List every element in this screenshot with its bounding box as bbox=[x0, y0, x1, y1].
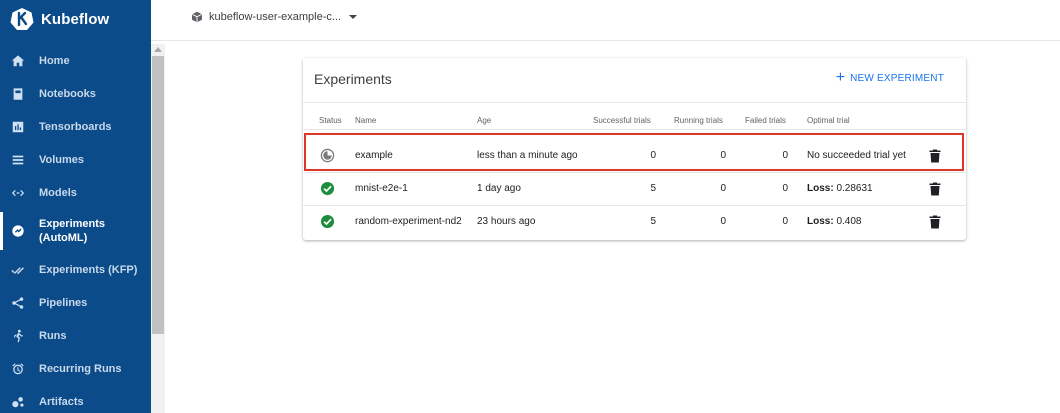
sidebar-item-label: Experiments (KFP) bbox=[39, 263, 138, 276]
failed-trials: 0 bbox=[782, 216, 788, 227]
successful-trials: 5 bbox=[650, 216, 656, 227]
home-icon bbox=[10, 53, 26, 69]
experiment-age: 1 day ago bbox=[477, 183, 521, 194]
optimal-trial-label: Loss: bbox=[807, 183, 834, 194]
optimal-trial: Loss: 0.408 bbox=[807, 216, 861, 227]
sidebar-item-label: Artifacts bbox=[39, 395, 84, 408]
experiments-kfp-icon bbox=[10, 262, 26, 278]
experiment-name[interactable]: mnist-e2e-1 bbox=[355, 183, 408, 194]
kubeflow-logo-icon bbox=[10, 8, 34, 30]
divider bbox=[303, 129, 966, 130]
chevron-down-icon bbox=[349, 15, 358, 19]
volumes-icon bbox=[10, 152, 26, 168]
scrollbar-thumb[interactable] bbox=[152, 56, 164, 334]
cube-icon bbox=[192, 11, 202, 23]
tensorboard-icon bbox=[10, 119, 26, 135]
sidebar-item-recurring-runs[interactable]: Recurring Runs bbox=[0, 352, 151, 385]
column-header-optimal-trial: Optimal trial bbox=[807, 116, 850, 125]
new-experiment-button[interactable]: + NEW EXPERIMENT bbox=[835, 69, 944, 86]
sidebar-nav: Home Notebooks Tensorboards Volumes Mode… bbox=[0, 44, 151, 413]
column-header-name[interactable]: Name bbox=[355, 116, 376, 125]
sidebar-item-label: Experiments (AutoML) bbox=[39, 218, 106, 244]
sidebar-item-runs[interactable]: Runs bbox=[0, 319, 151, 352]
check-circle-icon bbox=[320, 181, 335, 196]
page-title: Experiments bbox=[314, 71, 392, 87]
optimal-trial-value: 0.408 bbox=[833, 216, 862, 227]
column-header-failed-trials[interactable]: Failed trials bbox=[745, 116, 786, 125]
optimal-trial-value: 0.28631 bbox=[833, 183, 873, 194]
notebook-icon bbox=[10, 86, 26, 102]
top-bar: kubeflow-user-example-c... bbox=[151, 0, 1060, 41]
sidebar-item-models[interactable]: Models bbox=[0, 176, 151, 209]
scroll-up-arrow-icon[interactable] bbox=[154, 47, 162, 52]
sidebar-item-label: Runs bbox=[39, 329, 67, 342]
optimal-trial: Loss: 0.28631 bbox=[807, 183, 873, 194]
failed-trials: 0 bbox=[782, 183, 788, 194]
sidebar-item-artifacts[interactable]: Artifacts bbox=[0, 385, 151, 413]
running-trials: 0 bbox=[720, 183, 726, 194]
sidebar-scrollbar[interactable] bbox=[151, 44, 165, 413]
sidebar-item-label: Recurring Runs bbox=[39, 362, 122, 375]
pipelines-icon bbox=[10, 295, 26, 311]
sidebar-item-label: Tensorboards bbox=[39, 120, 112, 133]
alarm-icon bbox=[10, 361, 26, 377]
column-header-running-trials[interactable]: Running trials bbox=[674, 116, 723, 125]
sidebar-item-tensorboards[interactable]: Tensorboards bbox=[0, 110, 151, 143]
models-icon bbox=[10, 185, 26, 201]
sidebar-item-label: Pipelines bbox=[39, 296, 88, 309]
new-experiment-label: NEW EXPERIMENT bbox=[850, 72, 944, 84]
table-row[interactable]: mnist-e2e-1 1 day ago 5 0 0 Loss: 0.2863… bbox=[303, 173, 966, 206]
experiment-name[interactable]: random-experiment-nd2 bbox=[355, 216, 462, 227]
brand-name: Kubeflow bbox=[41, 10, 110, 28]
experiments-icon bbox=[10, 223, 26, 239]
check-circle-icon bbox=[320, 214, 335, 229]
sidebar-item-experiments-kfp[interactable]: Experiments (KFP) bbox=[0, 253, 151, 286]
sidebar-item-pipelines[interactable]: Pipelines bbox=[0, 286, 151, 319]
sidebar-item-label: Home bbox=[39, 54, 70, 67]
sidebar-item-home[interactable]: Home bbox=[0, 44, 151, 77]
namespace-label: kubeflow-user-example-c... bbox=[209, 11, 342, 23]
column-header-age[interactable]: Age bbox=[477, 116, 491, 125]
divider bbox=[303, 102, 966, 103]
sidebar-item-label: Notebooks bbox=[39, 87, 96, 100]
sidebar-item-experiments-automl[interactable]: Experiments (AutoML) bbox=[0, 209, 151, 253]
brand[interactable]: Kubeflow bbox=[10, 6, 109, 32]
column-header-successful-trials[interactable]: Successful trials bbox=[593, 116, 651, 125]
sidebar-item-label: Models bbox=[39, 186, 77, 199]
artifacts-icon bbox=[10, 394, 26, 410]
namespace-selector[interactable]: kubeflow-user-example-c... bbox=[191, 11, 358, 23]
successful-trials: 5 bbox=[650, 183, 656, 194]
column-header-status: Status bbox=[319, 116, 342, 125]
optimal-trial-label: Loss: bbox=[807, 216, 834, 227]
table-row[interactable]: random-experiment-nd2 23 hours ago 5 0 0… bbox=[303, 206, 966, 239]
running-trials: 0 bbox=[720, 216, 726, 227]
plus-icon: + bbox=[835, 69, 846, 86]
delete-icon[interactable] bbox=[929, 215, 941, 229]
experiment-age: 23 hours ago bbox=[477, 216, 536, 227]
sidebar-item-notebooks[interactable]: Notebooks bbox=[0, 77, 151, 110]
runs-icon bbox=[10, 328, 26, 344]
sidebar-item-label: Volumes bbox=[39, 153, 85, 166]
highlight-box bbox=[304, 133, 964, 171]
sidebar-item-volumes[interactable]: Volumes bbox=[0, 143, 151, 176]
delete-icon[interactable] bbox=[929, 182, 941, 196]
sidebar: Kubeflow Home Notebooks Tensorboards Vol… bbox=[0, 0, 151, 413]
